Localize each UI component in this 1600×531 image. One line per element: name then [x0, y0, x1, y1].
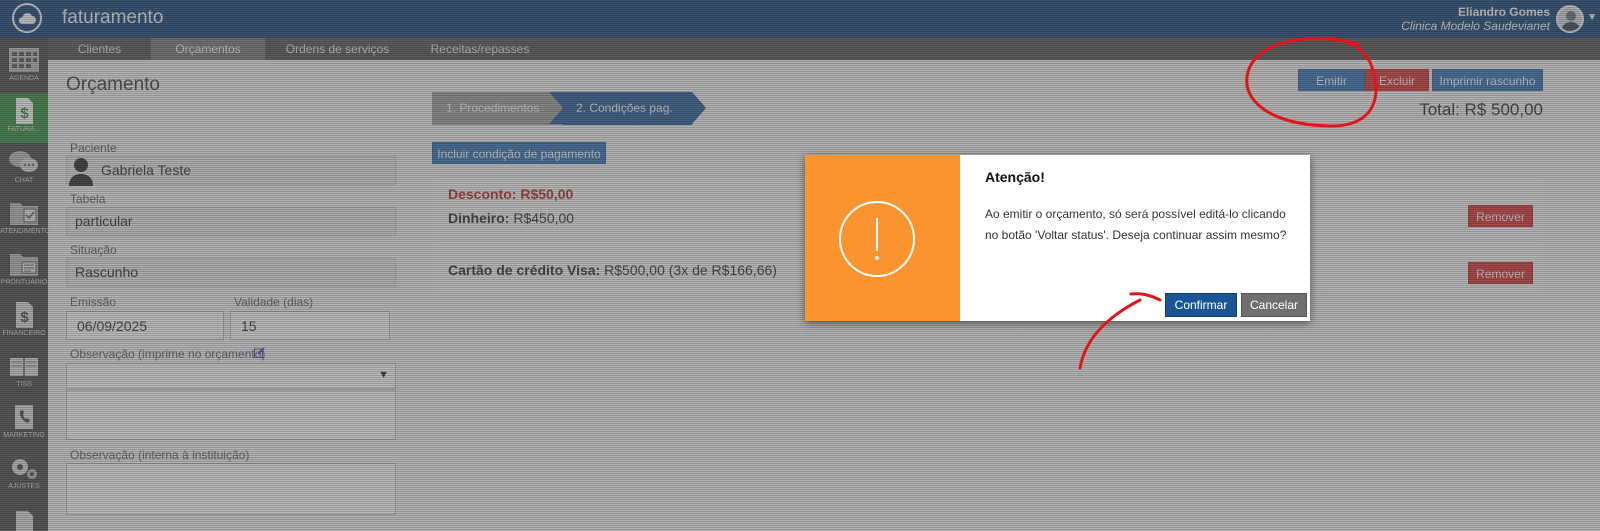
- sidebar-item-label: AJUSTES: [8, 483, 40, 490]
- sidebar-item-label: TISS: [16, 381, 32, 388]
- confirm-button[interactable]: Confirmar: [1165, 293, 1237, 317]
- sidebar-item-label: AGENDA: [9, 75, 39, 82]
- sub-navigation: Clientes Orçamentos Ordens de serviços R…: [48, 38, 1600, 60]
- tab-orcamentos[interactable]: Orçamentos: [151, 38, 265, 60]
- sidebar-item-agenda[interactable]: AGENDA: [0, 42, 48, 92]
- document-icon: [16, 511, 33, 531]
- chevron-down-icon: ▼: [378, 369, 389, 381]
- tabela-field[interactable]: particular: [66, 207, 396, 236]
- user-info[interactable]: Eliandro Gomes Clinica Modelo Saudeviane…: [1401, 5, 1550, 33]
- confirmation-dialog: Atenção! Ao emitir o orçamento, só será …: [805, 155, 1310, 321]
- sidebar-item-label: MARKETING: [3, 432, 45, 439]
- sidebar-item-ajustes[interactable]: AJUSTES: [0, 450, 48, 500]
- tab-ordens-servicos[interactable]: Ordens de serviços: [265, 38, 410, 60]
- sidebar-item-label: CHAT: [14, 177, 34, 184]
- paciente-label: Paciente: [70, 141, 117, 155]
- observacao-interna-textarea[interactable]: [66, 463, 396, 515]
- left-sidebar: AGENDA $ FATURA... CHAT ATENDIMENTO PRON…: [0, 38, 51, 531]
- user-clinic: Clinica Modelo Saudevianet: [1401, 19, 1550, 33]
- sidebar-item-more[interactable]: [0, 501, 48, 531]
- tabela-label: Tabela: [70, 192, 106, 206]
- sidebar-item-tiss[interactable]: TISS: [0, 348, 48, 398]
- dialog-warning-panel: [805, 155, 960, 321]
- observacao-label: Observação (imprime no orçamento): [70, 347, 266, 361]
- emissao-date-input[interactable]: [66, 311, 224, 340]
- excluir-button[interactable]: Excluir: [1365, 69, 1429, 91]
- remove-cash-button[interactable]: Remover: [1468, 205, 1533, 227]
- chat-bubbles-icon: [9, 151, 38, 172]
- calendar-grid-icon: [9, 48, 39, 72]
- sidebar-item-chat[interactable]: CHAT: [0, 144, 48, 194]
- user-silhouette-icon: [69, 158, 93, 186]
- page-title: Orçamento: [66, 74, 160, 95]
- step-procedimentos[interactable]: 1. Procedimentos: [432, 92, 563, 125]
- cloud-logo-icon[interactable]: [12, 3, 42, 33]
- sidebar-item-fatura[interactable]: $ FATURA...: [0, 93, 48, 143]
- dollar-document-icon: $: [16, 302, 33, 328]
- validade-input[interactable]: [230, 311, 390, 340]
- cancel-button[interactable]: Cancelar: [1241, 293, 1307, 317]
- avatar[interactable]: [1556, 5, 1584, 33]
- folder-check-icon: [10, 203, 38, 225]
- situacao-label: Situação: [70, 243, 117, 257]
- svg-text:$: $: [20, 309, 29, 326]
- svg-text:$: $: [20, 105, 29, 122]
- dialog-title: Atenção!: [985, 169, 1045, 185]
- emitir-button[interactable]: Emitir: [1298, 69, 1365, 91]
- validade-label: Validade (dias): [234, 295, 314, 309]
- observacao-interna-label: Observação (interna à instituição): [70, 448, 250, 462]
- emissao-label: Emissão: [70, 295, 117, 309]
- paciente-field[interactable]: Gabriela Teste: [66, 156, 396, 185]
- imprimir-rascunho-button[interactable]: Imprimir rascunho: [1432, 69, 1543, 91]
- gears-icon: [12, 459, 37, 479]
- payment-card-value: R$500,00 (3x de R$166,66): [604, 262, 777, 278]
- sidebar-item-label: FATURA...: [7, 126, 41, 133]
- observacao-template-select[interactable]: ▼: [66, 363, 396, 389]
- dollar-document-icon: $: [16, 98, 33, 124]
- folder-document-icon: [10, 254, 38, 276]
- app-title: faturamento: [62, 7, 164, 28]
- payment-cash-label: Dinheiro:: [448, 210, 510, 226]
- top-header: faturamento Eliandro Gomes Clinica Model…: [0, 0, 1600, 38]
- step-condicoes-pag[interactable]: 2. Condições pag.: [562, 92, 706, 125]
- exclamation-icon: [839, 201, 915, 277]
- sidebar-item-marketing[interactable]: MARKETING: [0, 399, 48, 449]
- user-name: Eliandro Gomes: [1457, 5, 1550, 19]
- sidebar-item-label: ATENDIMENTO: [0, 228, 51, 235]
- payment-card: Cartão de crédito Visa: R$500,00 (3x de …: [448, 262, 777, 278]
- total-value: Total: R$ 500,00: [1419, 100, 1543, 119]
- edit-icon[interactable]: [254, 347, 265, 358]
- sidebar-item-prontuario[interactable]: PRONTUÁRIO: [0, 246, 48, 296]
- observacao-textarea[interactable]: [66, 390, 396, 440]
- discount-text: Desconto: R$50,00: [448, 186, 574, 202]
- sidebar-item-label: FINANCEIRO: [2, 330, 46, 337]
- tab-clientes[interactable]: Clientes: [48, 38, 151, 60]
- tab-receitas-repasses[interactable]: Receitas/repasses: [410, 38, 550, 60]
- sidebar-item-financeiro[interactable]: $ FINANCEIRO: [0, 297, 48, 347]
- add-payment-condition-button[interactable]: Incluir condição de pagamento: [432, 142, 606, 164]
- sidebar-item-atendimento[interactable]: ATENDIMENTO: [0, 195, 51, 245]
- book-icon: [10, 358, 38, 376]
- sidebar-item-label: PRONTUÁRIO: [0, 279, 48, 286]
- payment-cash-value: R$450,00: [513, 210, 575, 226]
- payment-card-label: Cartão de crédito Visa:: [448, 262, 601, 278]
- situacao-field: Rascunho: [66, 258, 396, 287]
- dialog-message: Ao emitir o orçamento, só será possível …: [985, 207, 1287, 242]
- chevron-down-icon[interactable]: ▼: [1587, 12, 1597, 23]
- phone-document-icon: [15, 405, 33, 429]
- remove-card-button[interactable]: Remover: [1468, 262, 1533, 284]
- payment-cash: Dinheiro: R$450,00: [448, 210, 574, 226]
